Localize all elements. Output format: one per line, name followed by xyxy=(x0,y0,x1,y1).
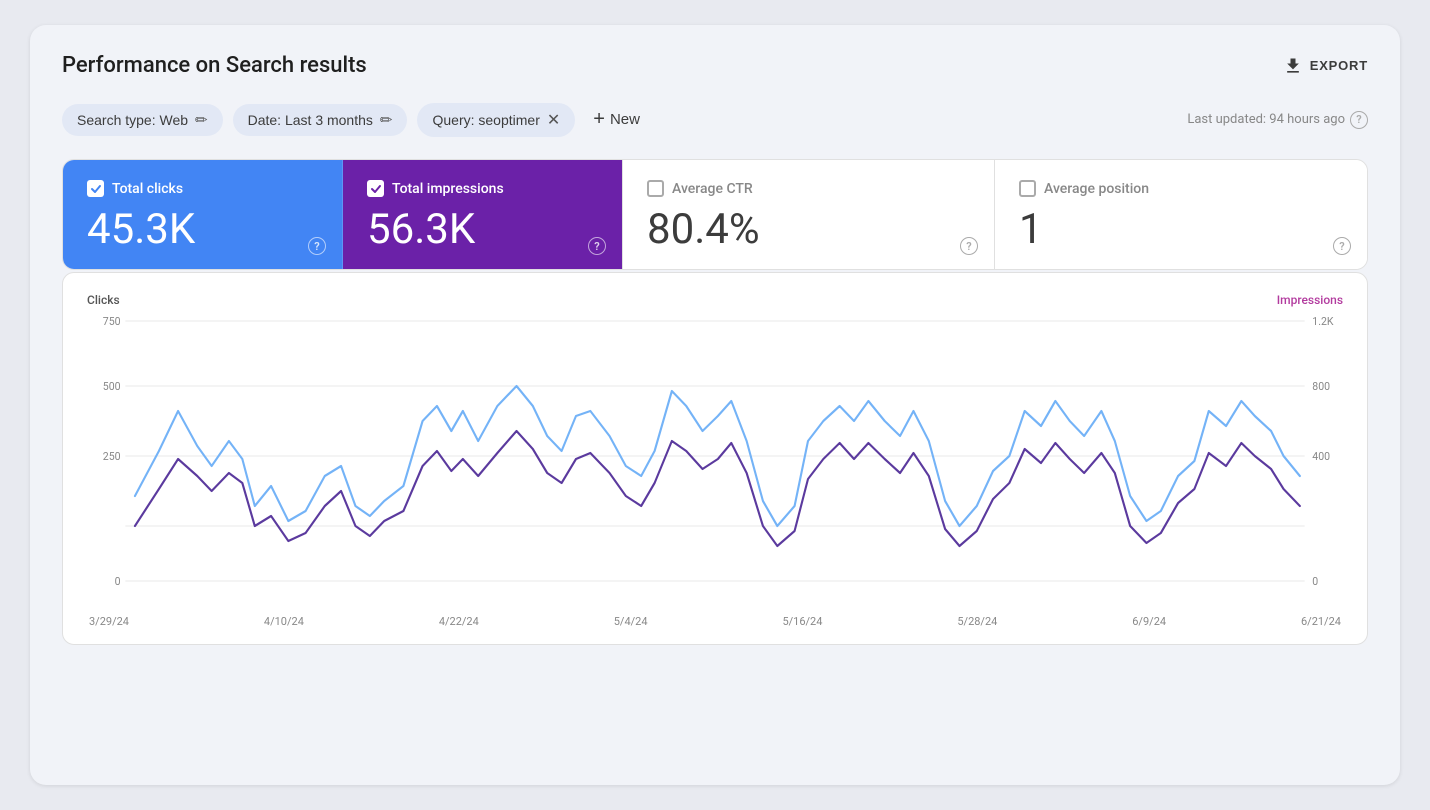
x-label: 5/28/24 xyxy=(957,615,997,628)
x-label: 6/9/24 xyxy=(1132,615,1166,628)
help-icon[interactable]: ? xyxy=(960,237,978,255)
total-clicks-value: 45.3K xyxy=(87,207,318,253)
avg-ctr-card[interactable]: Average CTR 80.4% ? xyxy=(623,160,995,269)
close-icon: ✕ xyxy=(547,110,560,130)
total-clicks-card[interactable]: Total clicks 45.3K ? xyxy=(63,160,343,269)
x-label: 6/21/24 xyxy=(1301,615,1341,628)
unchecked-checkbox-icon xyxy=(647,180,664,197)
avg-ctr-value: 80.4% xyxy=(647,207,970,253)
query-filter[interactable]: Query: seoptimer ✕ xyxy=(417,103,575,137)
filters-bar: Search type: Web ✏ Date: Last 3 months ✏… xyxy=(62,102,1368,137)
performance-chart: 750 500 250 0 1.2K 800 400 0 xyxy=(87,311,1343,611)
last-updated: Last updated: 94 hours ago ? xyxy=(1187,111,1368,129)
x-label: 4/10/24 xyxy=(264,615,304,628)
total-impressions-label: Total impressions xyxy=(367,180,598,197)
x-label: 5/16/24 xyxy=(782,615,822,628)
export-icon xyxy=(1283,56,1303,76)
x-label: 4/22/24 xyxy=(439,615,479,628)
x-axis-labels: 3/29/24 4/10/24 4/22/24 5/4/24 5/16/24 5… xyxy=(87,615,1343,628)
page-title: Performance on Search results xyxy=(62,53,367,78)
search-type-filter[interactable]: Search type: Web ✏ xyxy=(62,104,223,136)
svg-text:0: 0 xyxy=(115,575,121,588)
export-button[interactable]: EXPORT xyxy=(1283,56,1368,76)
avg-position-value: 1 xyxy=(1019,207,1343,253)
svg-text:0: 0 xyxy=(1312,575,1318,588)
checked-checkbox-icon xyxy=(367,180,384,197)
avg-ctr-label: Average CTR xyxy=(647,180,970,197)
svg-text:750: 750 xyxy=(103,315,121,328)
checked-checkbox-icon xyxy=(87,180,104,197)
date-filter[interactable]: Date: Last 3 months ✏ xyxy=(233,104,408,136)
avg-position-card[interactable]: Average position 1 ? xyxy=(995,160,1367,269)
axis-labels: Clicks Impressions xyxy=(87,293,1343,307)
x-label: 3/29/24 xyxy=(89,615,129,628)
header: Performance on Search results EXPORT xyxy=(62,53,1368,78)
help-icon[interactable]: ? xyxy=(1350,111,1368,129)
svg-text:400: 400 xyxy=(1312,450,1330,463)
left-axis-label: Clicks xyxy=(87,293,120,307)
total-impressions-value: 56.3K xyxy=(367,207,598,253)
edit-icon: ✏ xyxy=(195,111,208,129)
svg-text:800: 800 xyxy=(1312,380,1330,393)
svg-text:250: 250 xyxy=(103,450,121,463)
help-icon[interactable]: ? xyxy=(1333,237,1351,255)
chart-container: Clicks Impressions 750 500 250 0 1.2K 80… xyxy=(62,272,1368,645)
metrics-row: Total clicks 45.3K ? Total impressions 5… xyxy=(62,159,1368,270)
right-axis-label: Impressions xyxy=(1277,293,1343,307)
total-impressions-card[interactable]: Total impressions 56.3K ? xyxy=(343,160,623,269)
x-label: 5/4/24 xyxy=(614,615,648,628)
edit-icon: ✏ xyxy=(380,111,393,129)
unchecked-checkbox-icon xyxy=(1019,180,1036,197)
main-card: Performance on Search results EXPORT Sea… xyxy=(30,25,1400,785)
help-icon[interactable]: ? xyxy=(308,237,326,255)
svg-text:1.2K: 1.2K xyxy=(1312,315,1333,328)
plus-icon: + xyxy=(593,108,605,131)
new-filter-button[interactable]: + New xyxy=(585,102,648,137)
svg-text:500: 500 xyxy=(103,380,121,393)
help-icon[interactable]: ? xyxy=(588,237,606,255)
total-clicks-label: Total clicks xyxy=(87,180,318,197)
avg-position-label: Average position xyxy=(1019,180,1343,197)
